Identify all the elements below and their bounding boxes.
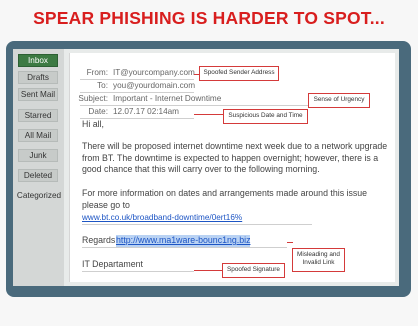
callout-suspicious-date: Suspicious Date and Time — [223, 109, 308, 124]
subject-value: Important - Internet Downtime — [113, 94, 222, 103]
info-link-underline — [82, 224, 312, 225]
folder-deleted[interactable]: Deleted — [18, 169, 58, 182]
folder-inbox[interactable]: Inbox — [18, 54, 58, 67]
folder-categorized[interactable]: Categorized — [15, 189, 63, 202]
email-paragraph-1: There will be proposed internet downtime… — [82, 141, 388, 174]
date-callout-connector — [194, 114, 224, 115]
signature-underline — [82, 271, 194, 272]
from-value: IT@yourcompany.com — [113, 68, 195, 77]
email-signature: IT Departament — [82, 259, 143, 269]
email-paragraph-2: For more information on dates and arrang… — [82, 188, 368, 210]
callout-sense-of-urgency: Sense of Urgency — [308, 93, 370, 108]
subject-label: Subject: — [78, 94, 108, 103]
folder-drafts[interactable]: Drafts — [18, 71, 58, 84]
folder-sidebar — [13, 49, 64, 286]
link-callout-connector — [287, 242, 293, 243]
to-label: To: — [97, 81, 108, 90]
folder-sent-mail[interactable]: Sent Mail — [18, 88, 58, 101]
callout-spoofed-sender: Spoofed Sender Address — [199, 66, 279, 81]
from-underline — [80, 79, 194, 80]
callout-spoofed-signature: Spoofed Signature — [222, 263, 285, 278]
malicious-link[interactable]: http://www.ma1ware-bounc1ng.biz — [116, 235, 251, 247]
folder-starred[interactable]: Starred — [18, 109, 58, 122]
to-value: you@yourdomain.com — [113, 81, 196, 90]
headline-title: SPEAR PHISHING IS HARDER TO SPOT... — [33, 8, 385, 28]
date-value: 12.07.17 02:14am — [113, 107, 180, 116]
folder-all-mail[interactable]: All Mail — [18, 129, 58, 142]
callout-invalid-link: Misleading and Invalid Link — [292, 248, 345, 272]
info-link[interactable]: www.bt.co.uk/broadband-downtime/0ert16% — [82, 212, 242, 224]
subject-underline — [80, 105, 335, 106]
from-label: From: — [86, 68, 108, 77]
regards-underline — [82, 247, 287, 248]
regards-text: Regards, — [82, 235, 118, 245]
folder-junk[interactable]: Junk — [18, 149, 58, 162]
signature-callout-connector — [194, 270, 222, 271]
to-underline — [80, 92, 194, 93]
email-greeting: Hi all, — [82, 119, 104, 129]
date-label: Date: — [88, 107, 108, 116]
